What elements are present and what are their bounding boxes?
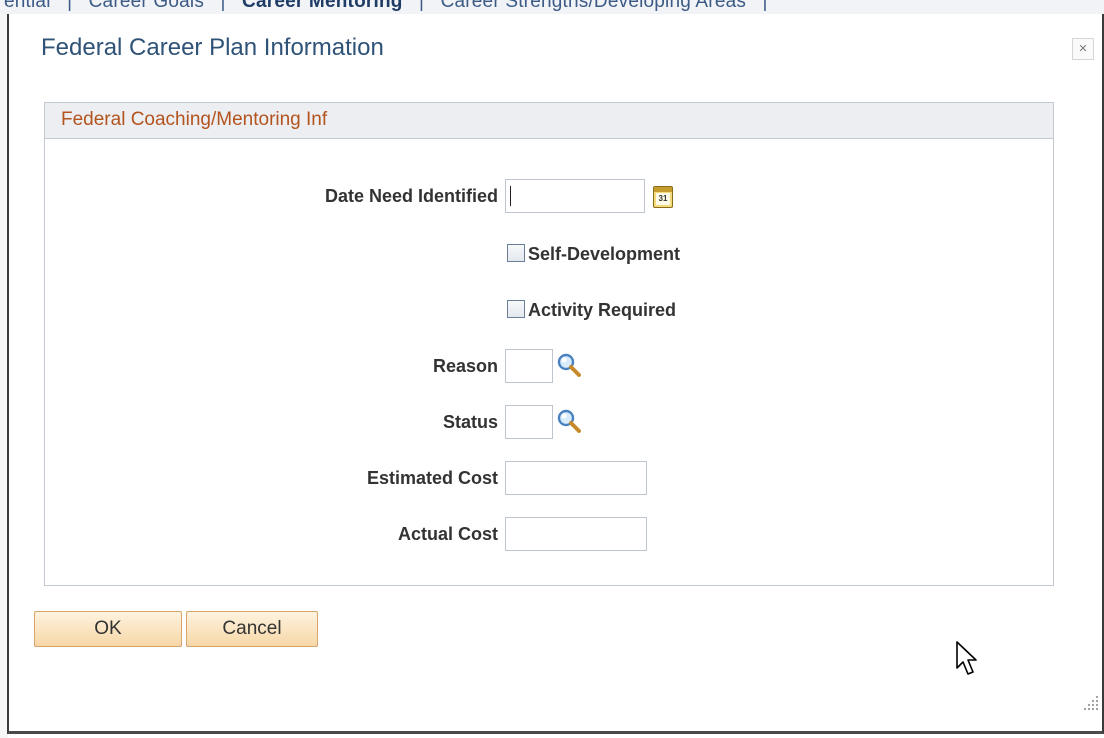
section-header: Federal Coaching/Mentoring Inf [45, 103, 1053, 139]
bg-tab-career-strengths[interactable]: Career Strengths/Developing Areas [441, 0, 747, 12]
status-label: Status [442, 412, 498, 432]
modal-title: Federal Career Plan Information [41, 34, 384, 61]
status-lookup-search-icon[interactable] [556, 408, 582, 434]
ok-button[interactable]: OK [34, 611, 182, 647]
coaching-mentoring-section: Federal Coaching/Mentoring Inf Date Need… [44, 102, 1054, 586]
status-input[interactable] [505, 405, 553, 439]
bg-tab-career-goals[interactable]: Career Goals [89, 0, 204, 12]
date-need-identified-label: Date Need Identified [324, 186, 498, 206]
federal-career-plan-modal: Federal Career Plan Information × Federa… [7, 14, 1104, 734]
estimated-cost-input[interactable] [505, 461, 647, 495]
calendar-icon[interactable]: 31 [653, 186, 673, 208]
resize-grip-icon[interactable] [1080, 692, 1100, 712]
reason-input[interactable] [505, 349, 553, 383]
background-tab-strip: ential | Career Goals | Career Mentoring… [0, 0, 1104, 14]
self-development-label: Self-Development [528, 244, 681, 264]
background-tabs-text: ential | Career Goals | Career Mentoring… [4, 0, 768, 13]
reason-label: Reason [432, 356, 498, 376]
mouse-cursor-icon [956, 641, 977, 675]
bg-tab-career-mentoring[interactable]: Career Mentoring [242, 0, 403, 12]
actual-cost-label: Actual Cost [397, 524, 498, 544]
cancel-button[interactable]: Cancel [186, 611, 318, 647]
reason-lookup-search-icon[interactable] [556, 352, 582, 378]
close-icon[interactable]: × [1072, 38, 1094, 60]
date-need-identified-input[interactable] [505, 179, 645, 213]
text-caret [510, 186, 511, 206]
activity-required-label: Activity Required [528, 300, 677, 320]
activity-required-checkbox[interactable] [507, 300, 525, 318]
calendar-day: 31 [656, 193, 670, 205]
actual-cost-input[interactable] [505, 517, 647, 551]
estimated-cost-label: Estimated Cost [366, 468, 498, 488]
bg-tab-partial[interactable]: ential [4, 0, 51, 12]
self-development-checkbox[interactable] [507, 244, 525, 262]
